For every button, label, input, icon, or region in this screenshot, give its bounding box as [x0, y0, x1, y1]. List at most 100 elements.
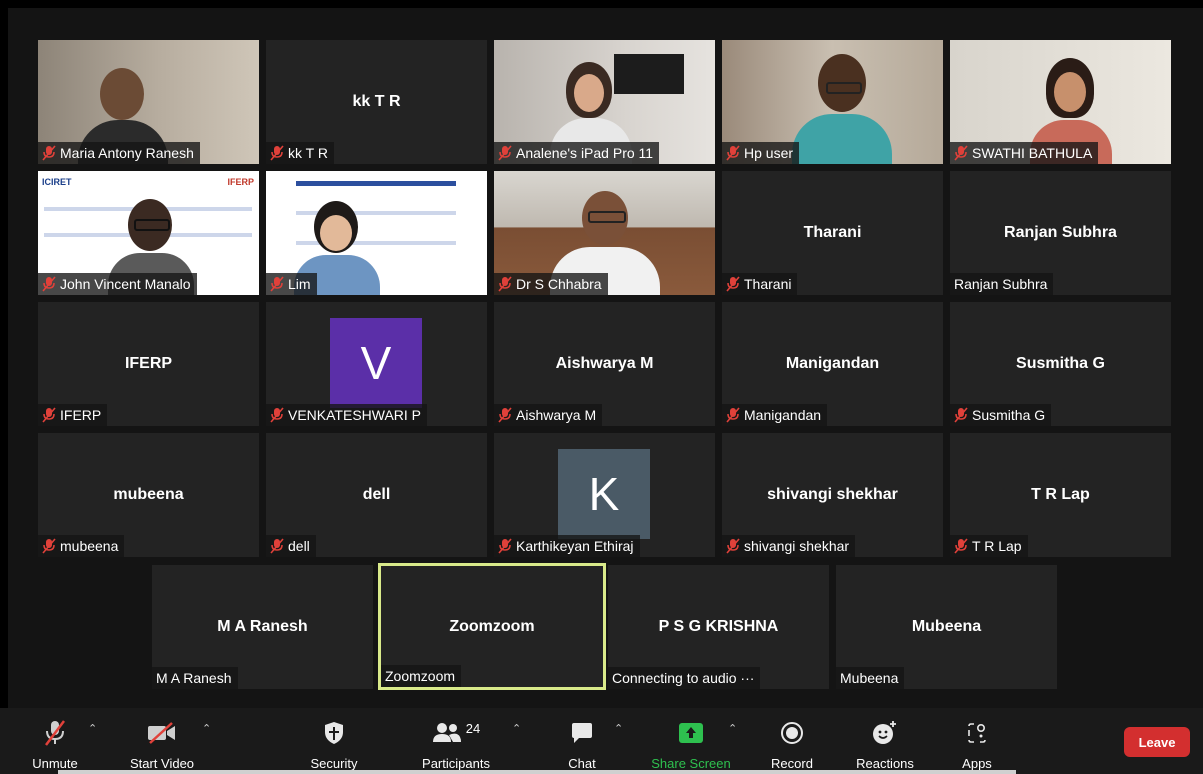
- mic-muted-icon: [954, 407, 968, 423]
- participant-tile[interactable]: K Karthikeyan Ethiraj: [494, 433, 715, 557]
- reactions-button[interactable]: Reactions: [848, 708, 922, 774]
- participant-display-name: dell: [362, 486, 391, 503]
- participant-tile[interactable]: T R Lap T R Lap: [950, 433, 1171, 557]
- participant-tile-active-speaker[interactable]: Zoomzoom Zoomzoom: [378, 563, 606, 690]
- mic-muted-icon: [726, 407, 740, 423]
- participant-name-label: T R Lap: [950, 535, 1028, 557]
- video-options-caret-icon[interactable]: ⌃: [202, 722, 211, 735]
- participant-display-name: T R Lap: [1031, 486, 1090, 503]
- participant-tile[interactable]: kk T R kk T R: [266, 40, 487, 164]
- taskbar-strip: [58, 770, 1016, 774]
- participant-tile[interactable]: Hp user: [722, 40, 943, 164]
- participant-display-name: Zoomzoom: [449, 617, 535, 635]
- participant-tile[interactable]: SWATHI BATHULA: [950, 40, 1171, 164]
- start-video-button[interactable]: Start Video: [122, 708, 202, 774]
- participant-name-label: Connecting to audio ···: [608, 667, 761, 689]
- participant-display-name: Susmitha G: [1016, 355, 1105, 372]
- participant-tile[interactable]: IFERP IFERP: [38, 302, 259, 426]
- avatar: K: [558, 449, 650, 539]
- chat-options-caret-icon[interactable]: ⌃: [614, 722, 623, 735]
- security-button[interactable]: Security: [300, 708, 368, 774]
- apps-icon: [966, 716, 988, 750]
- mic-muted-icon: [498, 145, 512, 161]
- record-icon: [780, 716, 804, 750]
- participant-tile[interactable]: Manigandan Manigandan: [722, 302, 943, 426]
- participant-name-label: M A Ranesh: [152, 667, 238, 689]
- participant-display-name: Mubeena: [911, 618, 982, 635]
- participant-tile[interactable]: Tharani Tharani: [722, 171, 943, 295]
- participant-tile[interactable]: Susmitha G Susmitha G: [950, 302, 1171, 426]
- participant-name-label: Aishwarya M: [494, 404, 603, 426]
- participant-tile[interactable]: Aishwarya M Aishwarya M: [494, 302, 715, 426]
- participant-tile[interactable]: Lim: [266, 171, 487, 295]
- participant-name-label: SWATHI BATHULA: [950, 142, 1099, 164]
- participant-tile[interactable]: Dr S Chhabra: [494, 171, 715, 295]
- mic-muted-icon: [42, 538, 56, 554]
- mic-muted-icon: [42, 716, 68, 750]
- avatar: V: [330, 318, 422, 408]
- mic-muted-icon: [498, 538, 512, 554]
- participant-name-label: Zoomzoom: [381, 665, 462, 687]
- meeting-toolbar: Unmute ⌃ Start Video ⌃ Security 24 Parti…: [0, 708, 1203, 774]
- participant-tile[interactable]: ICIRET IFERP John Vincent Manalo: [38, 171, 259, 295]
- conference-banner: ICIRET IFERP: [42, 177, 254, 187]
- participant-display-name: M A Ranesh: [217, 618, 308, 635]
- share-options-caret-icon[interactable]: ⌃: [728, 722, 737, 735]
- participant-name-label: dell: [266, 535, 316, 557]
- participant-tile[interactable]: mubeena mubeena: [38, 433, 259, 557]
- participant-name-label: Maria Antony Ranesh: [38, 142, 200, 164]
- mic-muted-icon: [42, 407, 56, 423]
- chat-icon: [570, 716, 594, 750]
- participant-tile[interactable]: Maria Antony Ranesh: [38, 40, 259, 164]
- leave-button[interactable]: Leave: [1124, 727, 1190, 757]
- participant-tile[interactable]: shivangi shekhar shivangi shekhar: [722, 433, 943, 557]
- mic-muted-icon: [498, 276, 512, 292]
- participant-name-label: shivangi shekhar: [722, 535, 856, 557]
- mic-muted-icon: [270, 145, 284, 161]
- mic-muted-icon: [954, 538, 968, 554]
- shield-icon: [323, 716, 345, 750]
- participant-name-label: IFERP: [38, 404, 108, 426]
- participant-tile[interactable]: Ranjan Subhra Ranjan Subhra: [950, 171, 1171, 295]
- participant-tile[interactable]: dell dell: [266, 433, 487, 557]
- apps-button[interactable]: Apps: [954, 708, 1000, 774]
- gallery-view: Maria Antony Ranesh kk T R kk T R Analen…: [8, 8, 1203, 708]
- participant-display-name: Aishwarya M: [555, 355, 654, 372]
- record-button[interactable]: Record: [764, 708, 820, 774]
- participant-name-label: Karthikeyan Ethiraj: [494, 535, 640, 557]
- share-screen-icon: [678, 716, 704, 750]
- mic-muted-icon: [498, 407, 512, 423]
- participant-display-name: Manigandan: [785, 355, 880, 372]
- participant-name-label: Dr S Chhabra: [494, 273, 608, 295]
- participant-display-name: shivangi shekhar: [767, 486, 898, 503]
- participant-tile[interactable]: Mubeena Mubeena: [836, 565, 1057, 689]
- mic-muted-icon: [726, 276, 740, 292]
- mic-muted-icon: [42, 276, 56, 292]
- video-off-icon: [146, 716, 178, 750]
- participant-name-label: Mubeena: [836, 667, 905, 689]
- participant-display-name: mubeena: [113, 486, 184, 503]
- participant-tile[interactable]: Analene's iPad Pro 11: [494, 40, 715, 164]
- participant-name-label: VENKATESHWARI P: [266, 404, 428, 426]
- participant-display-name: Ranjan Subhra: [1004, 224, 1117, 241]
- participants-options-caret-icon[interactable]: ⌃: [512, 722, 521, 735]
- participant-name-label: mubeena: [38, 535, 125, 557]
- participant-tile[interactable]: M A Ranesh M A Ranesh: [152, 565, 373, 689]
- banner-stripes: [296, 181, 456, 186]
- unmute-button[interactable]: Unmute: [24, 708, 86, 774]
- participants-count: 24: [465, 720, 481, 736]
- mic-muted-icon: [954, 145, 968, 161]
- chat-button[interactable]: Chat: [562, 708, 602, 774]
- participants-button[interactable]: 24 Participants: [416, 708, 496, 774]
- mic-muted-icon: [42, 145, 56, 161]
- participant-tile[interactable]: P S G KRISHNA Connecting to audio ···: [608, 565, 829, 689]
- share-screen-button[interactable]: Share Screen: [646, 708, 736, 774]
- participant-display-name: kk T R: [352, 93, 401, 110]
- participant-name-label: Ranjan Subhra: [950, 273, 1054, 295]
- participant-display-name: IFERP: [124, 355, 173, 372]
- participant-tile[interactable]: V VENKATESHWARI P: [266, 302, 487, 426]
- audio-options-caret-icon[interactable]: ⌃: [88, 722, 97, 735]
- participant-display-name: P S G KRISHNA: [658, 618, 779, 635]
- participant-name-label: kk T R: [266, 142, 334, 164]
- person-figure: [792, 54, 892, 164]
